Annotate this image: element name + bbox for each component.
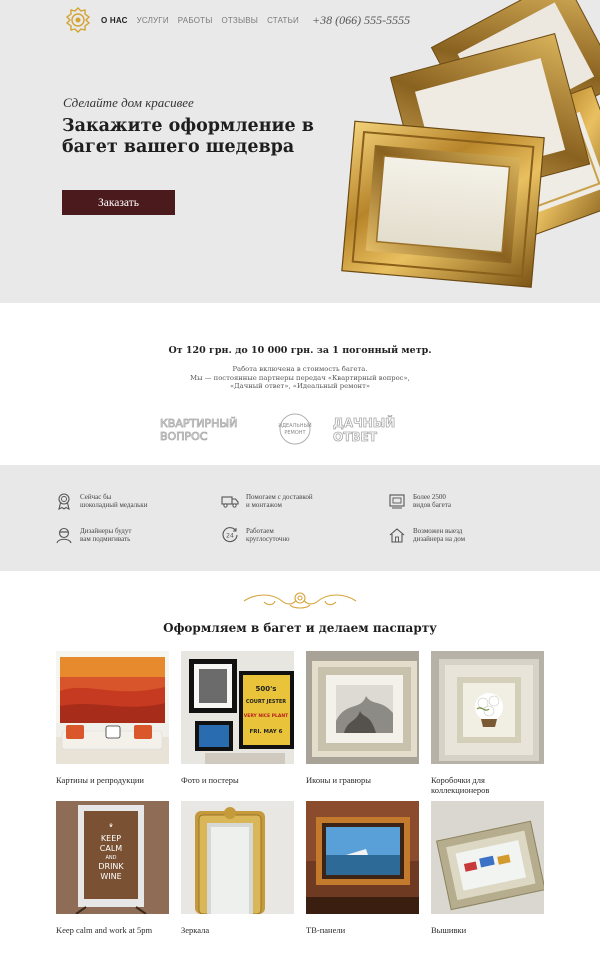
medal-icon (58, 493, 70, 510)
hero-section: О НАС УСЛУГИ РАБОТЫ ОТЗЫВЫ СТАТЬИ +38 (0… (0, 0, 600, 303)
hero-tagline: Сделайте дом красивее (63, 95, 194, 110)
svg-text:DRINK: DRINK (98, 862, 124, 871)
gallery-item-embroidery[interactable]: Вышивки (431, 801, 546, 935)
svg-text:CALM: CALM (100, 844, 123, 853)
svg-text:COURT JESTER: COURT JESTER (246, 699, 286, 705)
gallery-title: Оформляем в багет и делаем паспарту (163, 621, 437, 635)
icons-engravings-image (306, 651, 419, 764)
ornament-divider-icon (243, 592, 357, 609)
svg-text:ДАЧНЫЙ: ДАЧНЫЙ (333, 415, 395, 430)
partner-logo-idealny-remont: ИДЕАЛЬНЫЙ РЕМОНТ (278, 413, 312, 445)
feature-designers: Дизайнеры будут вам подмигивать (55, 526, 190, 544)
svg-text:VERY NICE PLANT: VERY NICE PLANT (244, 713, 289, 719)
frames-icon (389, 494, 405, 509)
embroidery-image (431, 801, 546, 914)
gallery-item-photos[interactable]: 500's COURT JESTER VERY NICE PLANT FRI. … (181, 651, 294, 785)
price-line-2: Мы — постоянные партнеры передач «Кварти… (190, 373, 410, 382)
gallery-caption: Вышивки (431, 925, 467, 935)
svg-text:WINE: WINE (100, 872, 121, 881)
partner-logo-dachny-otvet: ДАЧНЫЙ ОТВЕТ (333, 415, 396, 445)
svg-text:AND: AND (105, 855, 116, 861)
clock-24-icon: 24 (222, 527, 238, 543)
svg-text:ИДЕАЛЬНЫЙ: ИДЕАЛЬНЫЙ (278, 422, 312, 429)
price-headline: От 120 грн. до 10 000 грн. за 1 погонный… (168, 345, 432, 356)
logo-icon[interactable] (66, 7, 90, 33)
feature-24h-text: Работаем круглосуточно (246, 527, 290, 543)
svg-text:КВАРТИРНЫЙ: КВАРТИРНЫЙ (160, 417, 237, 430)
tv-panels-image (306, 801, 419, 914)
gallery-caption: Keep calm and work at 5pm (56, 925, 153, 935)
price-line-3: «Дачный ответ», «Идеальный ремонт» (230, 382, 370, 390)
keep-calm-image: ♛ KEEP CALM AND DRINK WINE (56, 801, 169, 915)
gallery-item-icons[interactable]: Иконы и гравюры (306, 651, 419, 785)
feature-medal: Сейчас бы шоколадный медальки (55, 492, 190, 510)
features-section: Сейчас бы шоколадный медальки Помогаем с … (0, 465, 600, 571)
truck-icon (221, 496, 239, 508)
price-section: От 120 грн. до 10 000 грн. за 1 погонный… (0, 303, 600, 465)
collector-boxes-image (431, 651, 544, 764)
feature-delivery-text: Помогаем с доставкой и монтажом (246, 493, 313, 509)
gallery-caption: Зеркала (181, 925, 210, 935)
svg-text:KEEP: KEEP (101, 834, 121, 843)
svg-text:24: 24 (226, 533, 234, 540)
price-description: Работа включена в стоимость багета. Мы —… (150, 365, 450, 391)
nav-reviews[interactable]: ОТЗЫВЫ (222, 16, 259, 25)
partner-logo-kvartirny-vopros: КВАРТИРНЫЙ ВОПРОС (160, 417, 238, 444)
order-button[interactable]: Заказать (62, 190, 175, 215)
gilded-frames-image (341, 0, 600, 288)
svg-text:РЕМОНТ: РЕМОНТ (284, 430, 306, 436)
nav-articles[interactable]: СТАТЬИ (267, 16, 299, 25)
photos-posters-image: 500's COURT JESTER VERY NICE PLANT FRI. … (181, 651, 294, 764)
svg-text:♛: ♛ (109, 823, 113, 829)
feature-medal-text: Сейчас бы шоколадный медальки (80, 493, 148, 509)
nav-services[interactable]: УСЛУГИ (137, 16, 169, 25)
designer-icon (56, 527, 72, 544)
svg-text:500's: 500's (256, 685, 277, 693)
feature-frames-text: Более 2500 видов багета (413, 493, 451, 509)
gallery-item-tv[interactable]: ТВ-панели (306, 801, 419, 935)
feature-frames: Более 2500 видов багета (388, 492, 523, 510)
gallery-caption: Фото и постеры (181, 775, 239, 785)
price-line-1: Работа включена в стоимость багета. (232, 365, 368, 373)
gallery-caption: Картины и репродукции (56, 775, 144, 785)
gallery-caption: ТВ-панели (306, 925, 346, 935)
paintings-image (56, 651, 169, 764)
nav-works[interactable]: РАБОТЫ (178, 16, 213, 25)
feature-home-visit: Возможен выезд дизайнера на дом (388, 526, 523, 544)
gallery-item-mirrors[interactable]: Зеркала (181, 801, 294, 935)
partner-logos: КВАРТИРНЫЙ ВОПРОС ИДЕАЛЬНЫЙ РЕМОНТ ДАЧНЫ… (160, 413, 396, 445)
gallery-item-keep-calm[interactable]: ♛ KEEP CALM AND DRINK WINE Keep calm and… (56, 801, 169, 935)
svg-text:FRI. MAY 6: FRI. MAY 6 (250, 729, 283, 735)
svg-text:ВОПРОС: ВОПРОС (160, 430, 208, 443)
gallery-caption: Коробочки для коллекционеров (431, 775, 490, 795)
gallery-item-boxes[interactable]: Коробочки для коллекционеров (431, 651, 544, 795)
house-icon (389, 528, 405, 543)
feature-designers-text: Дизайнеры будут вам подмигивать (80, 527, 132, 543)
svg-text:ОТВЕТ: ОТВЕТ (333, 430, 378, 444)
gallery-caption: Иконы и гравюры (306, 775, 371, 785)
feature-home-visit-text: Возможен выезд дизайнера на дом (413, 527, 466, 543)
nav-about[interactable]: О НАС (101, 16, 128, 25)
feature-24h: 24 Работаем круглосуточно (221, 526, 356, 544)
feature-delivery: Помогаем с доставкой и монтажом (221, 492, 356, 510)
gallery-item-paintings[interactable]: Картины и репродукции (56, 651, 169, 785)
mirrors-image (181, 801, 294, 915)
hero-title: Закажите оформление в багет вашего шедев… (62, 116, 314, 157)
